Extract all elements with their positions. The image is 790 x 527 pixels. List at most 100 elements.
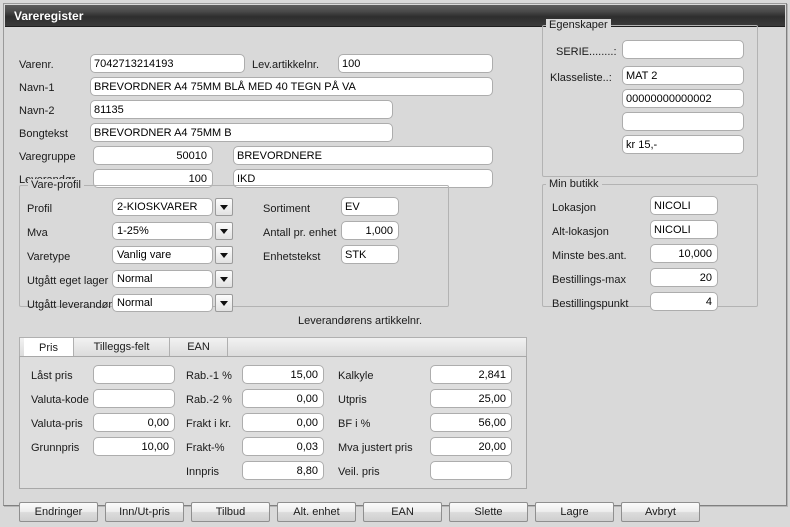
profil-combobox[interactable]: 2-KIOSKVARER [112,198,233,216]
bongtekst-input[interactable]: BREVORDNER A4 75MM B [90,123,393,142]
lev-artikkelnr-input[interactable]: 100 [338,54,493,73]
varegruppe-code-input[interactable]: 50010 [93,146,213,165]
label-utgatt-leverandor: Utgått leverandør [27,299,112,311]
lagre-button[interactable]: Lagre [535,502,614,522]
tab-pris[interactable]: Pris [24,338,74,357]
utgatt-leverandor-combobox[interactable]: Normal [112,294,233,312]
varenr-input[interactable]: 7042713214193 [90,54,245,73]
frakt-i-kr-input[interactable]: 0,00 [242,413,324,432]
bf-prosent-input[interactable]: 56,00 [430,413,512,432]
label-navn1: Navn-1 [19,82,55,94]
label-rab-2: Rab.-2 % [186,394,232,406]
bestillings-max-input[interactable]: 20 [650,268,718,287]
label-veil-pris: Veil. pris [338,466,380,478]
avbryt-button-label: Avbryt [645,506,676,518]
chevron-down-icon[interactable] [215,270,233,288]
window-client-area: Varenr. 7042713214193 Lev.artikkelnr. 10… [5,19,785,522]
utgatt-eget-lager-combobox[interactable]: Normal [112,270,233,288]
chevron-down-icon[interactable] [215,246,233,264]
rab-2-input[interactable]: 0,00 [242,389,324,408]
slette-button-label: Slette [474,506,503,518]
alt-enhet-button[interactable]: Alt. enhet [277,502,356,522]
label-bestillings-max: Bestillings-max [552,274,626,286]
label-rab-1: Rab.-1 % [186,370,232,382]
footer-button-bar: Endringer Inn/Ut-pris Tilbud Alt. enhet … [6,482,786,527]
veil-pris-input[interactable] [430,461,512,480]
tilbud-button[interactable]: Tilbud [191,502,270,522]
label-mva-justert-pris: Mva justert pris [338,442,413,454]
inn-ut-pris-button[interactable]: Inn/Ut-pris [105,502,184,522]
enhetstekst-input[interactable]: STK [341,245,399,264]
tilbud-button-label: Tilbud [215,506,246,518]
label-navn2: Navn-2 [19,105,55,117]
chevron-down-icon[interactable] [215,294,233,312]
frakt-prosent-input[interactable]: 0,03 [242,437,324,456]
endringer-button[interactable]: Endringer [19,502,98,522]
label-frakt-i-kr: Frakt i kr. [186,418,232,430]
mva-combobox-value: 1-25% [112,222,213,240]
label-bf-prosent: BF i % [338,418,371,430]
chevron-down-icon[interactable] [215,198,233,216]
alt-lokasjon-input[interactable]: NICOLI [650,220,718,239]
varetype-combobox-value: Vanlig vare [112,246,213,264]
label-kalkyle: Kalkyle [338,370,374,382]
navn1-input[interactable]: BREVORDNER A4 75MM BLÅ MED 40 TEGN PÅ VA [90,77,493,96]
utpris-input[interactable]: 25,00 [430,389,512,408]
label-mva: Mva [27,227,48,239]
antall-pr-enhet-input[interactable]: 1,000 [341,221,399,240]
slette-button[interactable]: Slette [449,502,528,522]
label-lokasjon: Lokasjon [552,202,597,214]
grunnpris-input[interactable]: 10,00 [93,437,175,456]
mva-combobox[interactable]: 1-25% [112,222,233,240]
profil-combobox-value: 2-KIOSKVARER [112,198,213,216]
tab-ean[interactable]: EAN [170,338,228,356]
label-grunnpris: Grunnpris [31,442,80,454]
ean-button[interactable]: EAN [363,502,442,522]
klasseliste-input-1[interactable]: 00000000000002 [622,89,744,108]
kalkyle-input[interactable]: 2,841 [430,365,512,384]
minste-bes-ant-input[interactable]: 10,000 [650,244,718,263]
endringer-button-label: Endringer [34,506,83,518]
avbryt-button[interactable]: Avbryt [621,502,700,522]
klasseliste-input-0[interactable]: MAT 2 [622,66,744,85]
pris-tab-body: Låst pris Valuta-kode Valuta-pris 0,00 G… [19,356,527,489]
tab-tilleggs-felt[interactable]: Tilleggs-felt [74,338,170,356]
tab-ean-label: EAN [187,341,210,353]
label-varenr: Varenr. [19,59,54,71]
lagre-button-label: Lagre [560,506,589,518]
label-profil: Profil [27,203,53,215]
varetype-combobox[interactable]: Vanlig vare [112,246,233,264]
label-klasseliste: Klasseliste..: [550,72,612,84]
chevron-down-icon[interactable] [215,222,233,240]
vareprofil-group-title: Vare-profil [28,179,84,191]
rab-1-input[interactable]: 15,00 [242,365,324,384]
egenskaper-group-title: Egenskaper [546,19,611,31]
mva-justert-pris-input[interactable]: 20,00 [430,437,512,456]
label-valuta-pris: Valuta-pris [31,418,83,430]
tabstrip: Pris Tilleggs-felt EAN [19,337,527,357]
ean-button-label: EAN [391,506,414,518]
klasseliste-input-3[interactable]: kr 15,- [622,135,744,154]
window-titlebar: Vareregister [5,5,785,27]
pris-tabpanel: Pris Tilleggs-felt EAN Låst pris Valuta-… [19,337,527,489]
utgatt-leverandor-combobox-value: Normal [112,294,213,312]
min-butikk-group-title: Min butikk [546,178,602,190]
bestillingspunkt-input[interactable]: 4 [650,292,718,311]
label-valuta-kode: Valuta-kode [31,394,89,406]
valuta-pris-input[interactable]: 0,00 [93,413,175,432]
lokasjon-input[interactable]: NICOLI [650,196,718,215]
label-bestillingspunkt: Bestillingspunkt [552,298,629,310]
tab-pris-label: Pris [39,341,58,354]
navn2-input[interactable]: 81135 [90,100,393,119]
serie-input[interactable] [622,40,744,59]
varegruppe-name-input[interactable]: BREVORDNERE [233,146,493,165]
last-pris-input[interactable] [93,365,175,384]
sortiment-input[interactable]: EV [341,197,399,216]
valuta-kode-input[interactable] [93,389,175,408]
innpris-input[interactable]: 8,80 [242,461,324,480]
klasseliste-input-2[interactable] [622,112,744,131]
tab-tilleggs-felt-label: Tilleggs-felt [93,341,150,353]
utgatt-eget-lager-combobox-value: Normal [112,270,213,288]
label-varetype: Varetype [27,251,71,263]
label-varegruppe: Varegruppe [19,151,76,163]
